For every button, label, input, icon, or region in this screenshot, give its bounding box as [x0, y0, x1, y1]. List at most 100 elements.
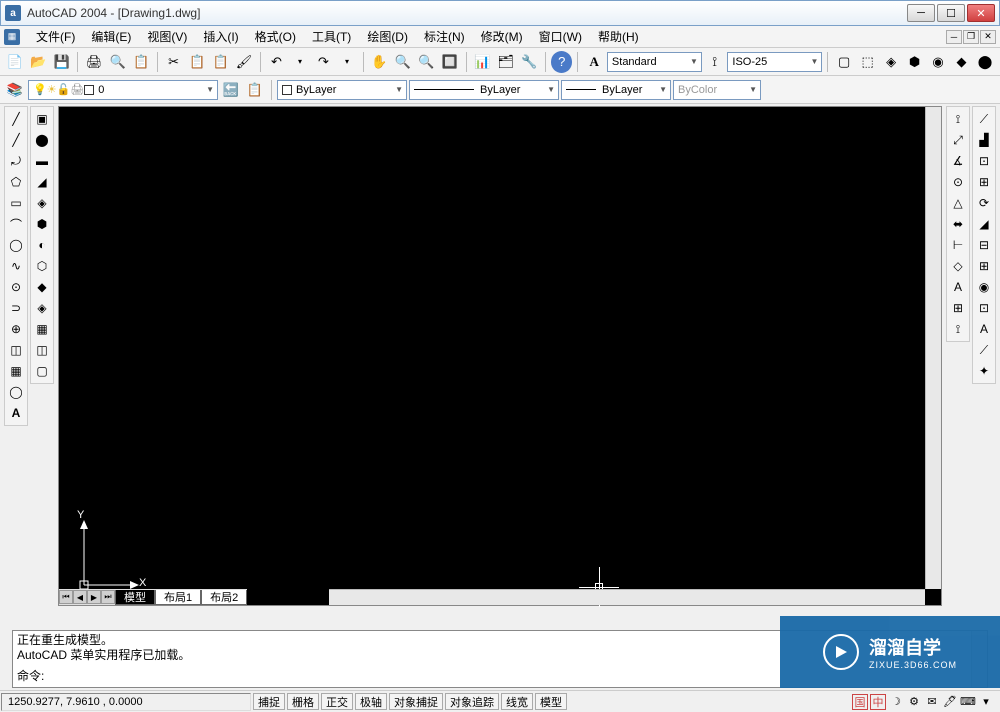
3d-btn5[interactable]: ◉ — [927, 51, 948, 73]
textstyle-dropdown[interactable]: Standard — [607, 52, 702, 72]
plotstyle-dropdown[interactable]: ByColor — [673, 80, 761, 100]
layer-previous-button[interactable]: 🔙 — [220, 79, 242, 101]
extend-tool[interactable]: A — [974, 319, 994, 339]
menu-file[interactable]: 文件(F) — [28, 26, 83, 47]
shade-10[interactable]: ◈ — [32, 298, 52, 318]
mdi-close[interactable]: ✕ — [980, 30, 996, 44]
dim-tolerance[interactable]: A — [948, 277, 968, 297]
mirror-tool[interactable]: ⊡ — [974, 151, 994, 171]
toolpalettes-button[interactable]: 🔧 — [519, 51, 540, 73]
coordinates-display[interactable]: 1250.9277, 7.9610 , 0.0000 — [1, 693, 251, 711]
trim-tool[interactable]: ⊡ — [974, 298, 994, 318]
shade-8[interactable]: ⬡ — [32, 256, 52, 276]
close-button[interactable]: ✕ — [967, 4, 995, 22]
rectangle-tool[interactable]: ▭ — [6, 193, 26, 213]
fillet-tool[interactable]: ⟋ — [974, 340, 994, 360]
array-tool[interactable]: ⟳ — [974, 193, 994, 213]
shade-13[interactable]: ▢ — [32, 361, 52, 381]
grid-toggle[interactable]: 栅格 — [287, 693, 319, 710]
pan-button[interactable]: ✋ — [369, 51, 390, 73]
move-tool[interactable]: ◢ — [974, 214, 994, 234]
region-tool[interactable]: ◯ — [6, 382, 26, 402]
redo-dropdown[interactable]: ▾ — [336, 51, 357, 73]
menu-view[interactable]: 视图(V) — [139, 26, 195, 47]
menu-modify[interactable]: 修改(M) — [473, 26, 531, 47]
save-button[interactable]: 💾 — [51, 51, 72, 73]
redo-button[interactable]: ↷ — [313, 51, 334, 73]
open-button[interactable]: 📂 — [27, 51, 48, 73]
dim-angular[interactable]: ∡ — [948, 151, 968, 171]
minimize-button[interactable]: ─ — [907, 4, 935, 22]
insert-tool[interactable]: ⊕ — [6, 319, 26, 339]
shade-7[interactable]: ◐ — [32, 235, 52, 255]
paste-button[interactable]: 📋 — [210, 51, 231, 73]
shade-3[interactable]: ▬ — [32, 151, 52, 171]
dim-edit[interactable]: ⟟ — [948, 319, 968, 339]
explode-tool[interactable]: ✦ — [974, 361, 994, 381]
undo-dropdown[interactable]: ▾ — [289, 51, 310, 73]
new-button[interactable]: 📄 — [4, 51, 25, 73]
mdi-minimize[interactable]: ─ — [946, 30, 962, 44]
tab-layout2[interactable]: 布局2 — [201, 590, 247, 605]
horizontal-scrollbar[interactable] — [329, 589, 925, 605]
arc-tool[interactable]: ⌒ — [6, 214, 26, 234]
menu-window[interactable]: 窗口(W) — [531, 26, 590, 47]
tray-icon-7[interactable]: ⌨ — [960, 694, 976, 710]
copy-button[interactable]: 📋 — [186, 51, 207, 73]
osnap-toggle[interactable]: 对象捕捉 — [389, 693, 443, 710]
spline-tool[interactable]: ∿ — [6, 256, 26, 276]
shade-1[interactable]: ▣ — [32, 109, 52, 129]
erase-tool[interactable]: ⟋ — [974, 109, 994, 129]
stretch-tool[interactable]: ◉ — [974, 277, 994, 297]
dim-continue[interactable]: ⬌ — [948, 214, 968, 234]
menu-dimension[interactable]: 标注(N) — [416, 26, 473, 47]
dimstyle-icon[interactable]: ⟟ — [704, 51, 725, 73]
layer-dropdown[interactable]: 💡☀🔓🖨 0 — [28, 80, 218, 100]
shade-11[interactable]: ▦ — [32, 319, 52, 339]
undo-button[interactable]: ↶ — [266, 51, 287, 73]
zoom-window-button[interactable]: 🔲 — [439, 51, 460, 73]
tray-ime-1[interactable]: 国 — [852, 694, 868, 710]
matchprop-button[interactable]: 🖌 — [233, 51, 254, 73]
tab-last[interactable]: ⏭ — [101, 590, 115, 604]
preview-button[interactable]: 🔍 — [107, 51, 128, 73]
ellipse-tool[interactable]: ⊙ — [6, 277, 26, 297]
3d-btn3[interactable]: ◈ — [880, 51, 901, 73]
polar-toggle[interactable]: 极轴 — [355, 693, 387, 710]
mdi-restore[interactable]: ❐ — [963, 30, 979, 44]
dim-radius[interactable]: ⊙ — [948, 172, 968, 192]
scale-tool[interactable]: ⊞ — [974, 256, 994, 276]
menu-tools[interactable]: 工具(T) — [304, 26, 359, 47]
properties-button[interactable]: 📊 — [472, 51, 493, 73]
drawing-area[interactable]: X Y ⏮ ◀ ▶ ⏭ 模型 布局1 布局2 — [58, 106, 942, 606]
menu-help[interactable]: 帮助(H) — [590, 26, 647, 47]
tab-model[interactable]: 模型 — [115, 590, 155, 605]
color-dropdown[interactable]: ByLayer — [277, 80, 407, 100]
3d-btn7[interactable]: ⬤ — [974, 51, 995, 73]
model-toggle[interactable]: 模型 — [535, 693, 567, 710]
dim-baseline[interactable]: ⊢ — [948, 235, 968, 255]
ortho-toggle[interactable]: 正交 — [321, 693, 353, 710]
dim-linear[interactable]: ⟟ — [948, 109, 968, 129]
shade-6[interactable]: ⬢ — [32, 214, 52, 234]
zoom-previous-button[interactable]: 🔍 — [416, 51, 437, 73]
tray-icon-4[interactable]: ⚙ — [906, 694, 922, 710]
layer-states-button[interactable]: 📋 — [244, 79, 266, 101]
layer-manager-button[interactable]: 📚 — [4, 79, 26, 101]
rotate-tool[interactable]: ⊟ — [974, 235, 994, 255]
cut-button[interactable]: ✂ — [163, 51, 184, 73]
shade-9[interactable]: ◆ — [32, 277, 52, 297]
shade-2[interactable]: ⬤ — [32, 130, 52, 150]
block-tool[interactable]: ◫ — [6, 340, 26, 360]
3d-box-button[interactable]: ▢ — [833, 51, 854, 73]
menu-insert[interactable]: 插入(I) — [195, 26, 246, 47]
dim-center[interactable]: ⊞ — [948, 298, 968, 318]
tray-icon-5[interactable]: ✉ — [924, 694, 940, 710]
tab-layout1[interactable]: 布局1 — [155, 590, 201, 605]
hatch-tool[interactable]: ▦ — [6, 361, 26, 381]
3d-ucs-button[interactable]: ⬚ — [857, 51, 878, 73]
tray-icon-3[interactable]: ☽ — [888, 694, 904, 710]
tab-next[interactable]: ▶ — [87, 590, 101, 604]
tab-prev[interactable]: ◀ — [73, 590, 87, 604]
print-button[interactable]: 🖨 — [83, 51, 104, 73]
